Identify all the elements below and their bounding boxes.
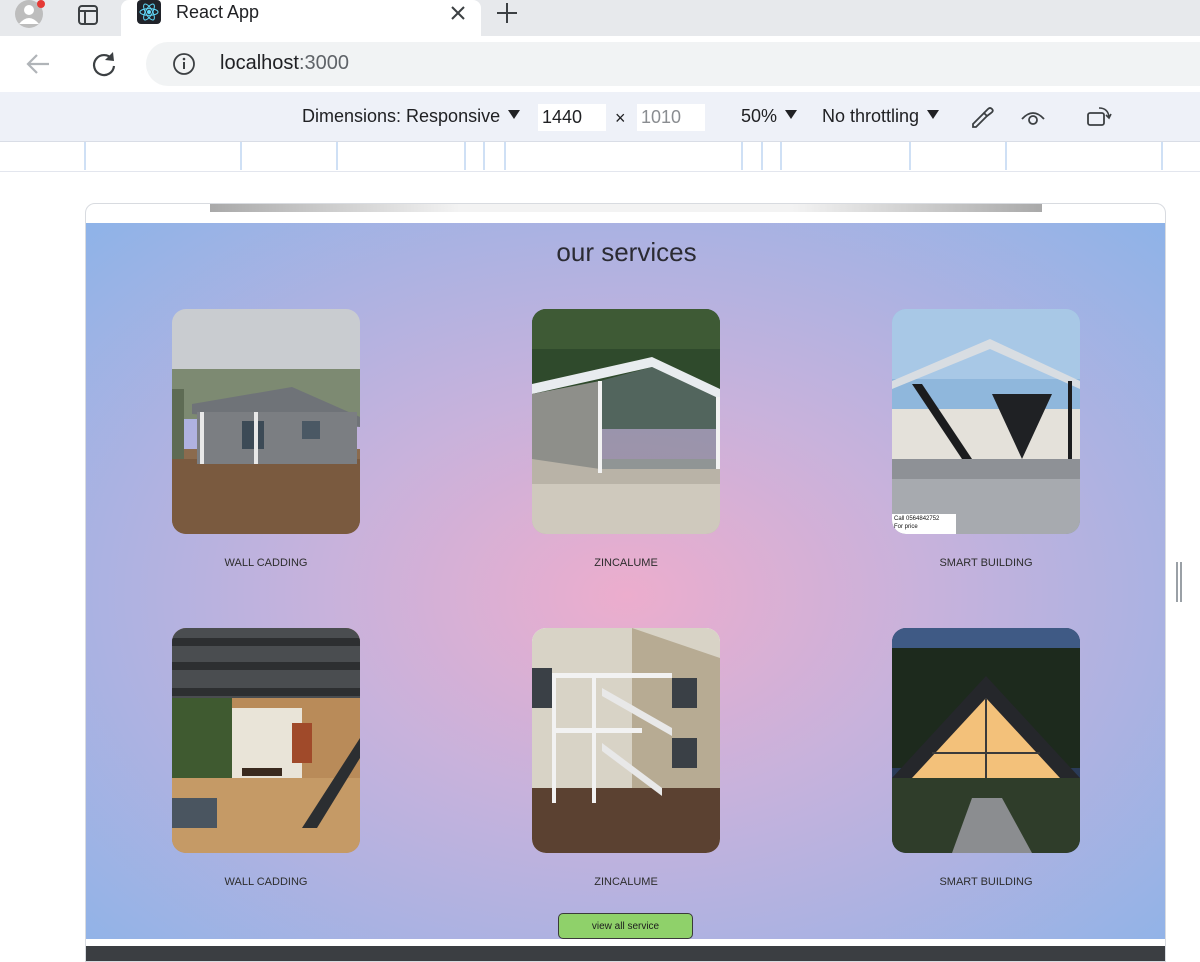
- service-card-label: SMART BUILDING: [939, 876, 1033, 888]
- pergola-overlay-text-2: For price: [894, 524, 918, 530]
- service-card-label: WALL CADDING: [224, 876, 308, 888]
- vision-deficiency-eye-icon[interactable]: [1020, 105, 1046, 131]
- tab-actions-icon[interactable]: [68, 0, 108, 30]
- pergola-photo: Call 0564842752 For price: [892, 309, 1080, 534]
- dimensions-dropdown[interactable]: Dimensions: Responsive: [302, 106, 521, 127]
- eyedropper-icon[interactable]: [969, 105, 995, 131]
- back-arrow-icon[interactable]: [24, 50, 52, 78]
- emulated-viewport: our services WALL CADDING ZINCALUME Call…: [85, 203, 1166, 962]
- react-logo-icon: [137, 0, 161, 24]
- view-all-service-button[interactable]: view all service: [558, 913, 693, 939]
- zoom-label: 50%: [741, 106, 778, 126]
- tab-react-app[interactable]: React App: [121, 0, 481, 36]
- rotate-device-icon[interactable]: [1086, 105, 1112, 131]
- height-input[interactable]: 1010: [637, 104, 705, 131]
- times-symbol: ×: [615, 108, 626, 128]
- address-bar[interactable]: localhost:3000: [146, 42, 1200, 86]
- notification-dot: [37, 0, 45, 8]
- dimensions-label: Dimensions: Responsive: [302, 106, 501, 126]
- scroll-shadow: [210, 204, 1042, 212]
- footer-band: [86, 946, 1165, 961]
- interior-photo: [172, 628, 360, 853]
- service-card-label: WALL CADDING: [224, 557, 308, 569]
- chevron-down-icon: [508, 110, 521, 119]
- reload-icon[interactable]: [90, 50, 118, 78]
- service-card[interactable]: Call 0564842752 For price SMART BUILDING: [892, 309, 1080, 569]
- service-card[interactable]: ZINCALUME: [532, 628, 720, 888]
- aframe-photo: [892, 628, 1080, 853]
- media-query-ruler[interactable]: [0, 142, 1200, 172]
- service-card-label: ZINCALUME: [594, 557, 658, 569]
- url-text: localhost:3000: [220, 52, 349, 75]
- device-toolbar: Dimensions: Responsive 1440 × 1010 50% N…: [0, 92, 1200, 142]
- staircase-photo: [532, 628, 720, 853]
- viewport-resize-handle-icon[interactable]: [1175, 562, 1183, 602]
- service-card[interactable]: WALL CADDING: [172, 309, 360, 569]
- pergola-overlay-text-1: Call 0564842752: [894, 516, 940, 522]
- service-card[interactable]: WALL CADDING: [172, 628, 360, 888]
- chevron-down-icon: [927, 110, 940, 119]
- url-port: :3000: [298, 52, 349, 74]
- url-host: localhost: [220, 52, 299, 74]
- chevron-down-icon: [785, 110, 798, 119]
- tab-title: React App: [176, 2, 260, 22]
- throttling-dropdown[interactable]: No throttling: [822, 106, 940, 127]
- services-title: our services: [556, 237, 697, 267]
- width-input[interactable]: 1440: [538, 104, 606, 131]
- site-info-icon[interactable]: [172, 52, 196, 76]
- zoom-dropdown[interactable]: 50%: [741, 106, 798, 127]
- service-card[interactable]: ZINCALUME: [532, 309, 720, 569]
- profile-avatar-icon[interactable]: [13, 0, 45, 30]
- browser-toolbar: localhost:3000: [0, 36, 1200, 92]
- close-tab-icon[interactable]: [447, 2, 469, 24]
- service-card-label: ZINCALUME: [594, 876, 658, 888]
- carport-photo: [532, 309, 720, 534]
- house-photo: [172, 309, 360, 534]
- browser-tab-strip: React App: [0, 0, 1200, 36]
- new-tab-icon[interactable]: [494, 0, 520, 26]
- service-card-label: SMART BUILDING: [939, 557, 1033, 569]
- throttling-label: No throttling: [822, 106, 920, 126]
- service-card[interactable]: SMART BUILDING: [892, 628, 1080, 888]
- services-section: our services WALL CADDING ZINCALUME Call…: [86, 223, 1165, 939]
